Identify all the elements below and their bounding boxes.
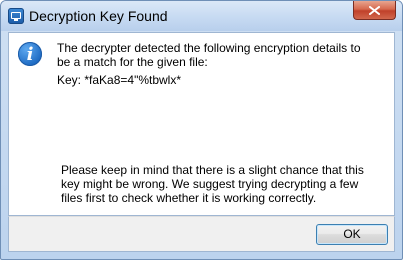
intro-message: The decrypter detected the following enc… bbox=[57, 41, 361, 69]
window-title: Decryption Key Found bbox=[29, 8, 168, 24]
ok-button[interactable]: OK bbox=[316, 224, 388, 245]
button-area: OK bbox=[8, 216, 395, 252]
title-bar[interactable]: Decryption Key Found bbox=[1, 1, 402, 31]
info-icon: i bbox=[18, 42, 42, 66]
close-icon bbox=[369, 6, 380, 15]
close-button[interactable] bbox=[353, 1, 396, 20]
dialog-content: i The decrypter detected the following e… bbox=[8, 32, 395, 216]
app-monitor-icon bbox=[8, 8, 24, 24]
warning-message: Please keep in mind that there is a slig… bbox=[61, 163, 364, 205]
key-label: Key: bbox=[57, 73, 82, 87]
key-value: *faKa8=4"%tbwlx* bbox=[84, 73, 182, 87]
dialog-window: Decryption Key Found i The decrypter det… bbox=[0, 0, 403, 260]
key-line: Key: *faKa8=4"%tbwlx* bbox=[57, 73, 181, 87]
